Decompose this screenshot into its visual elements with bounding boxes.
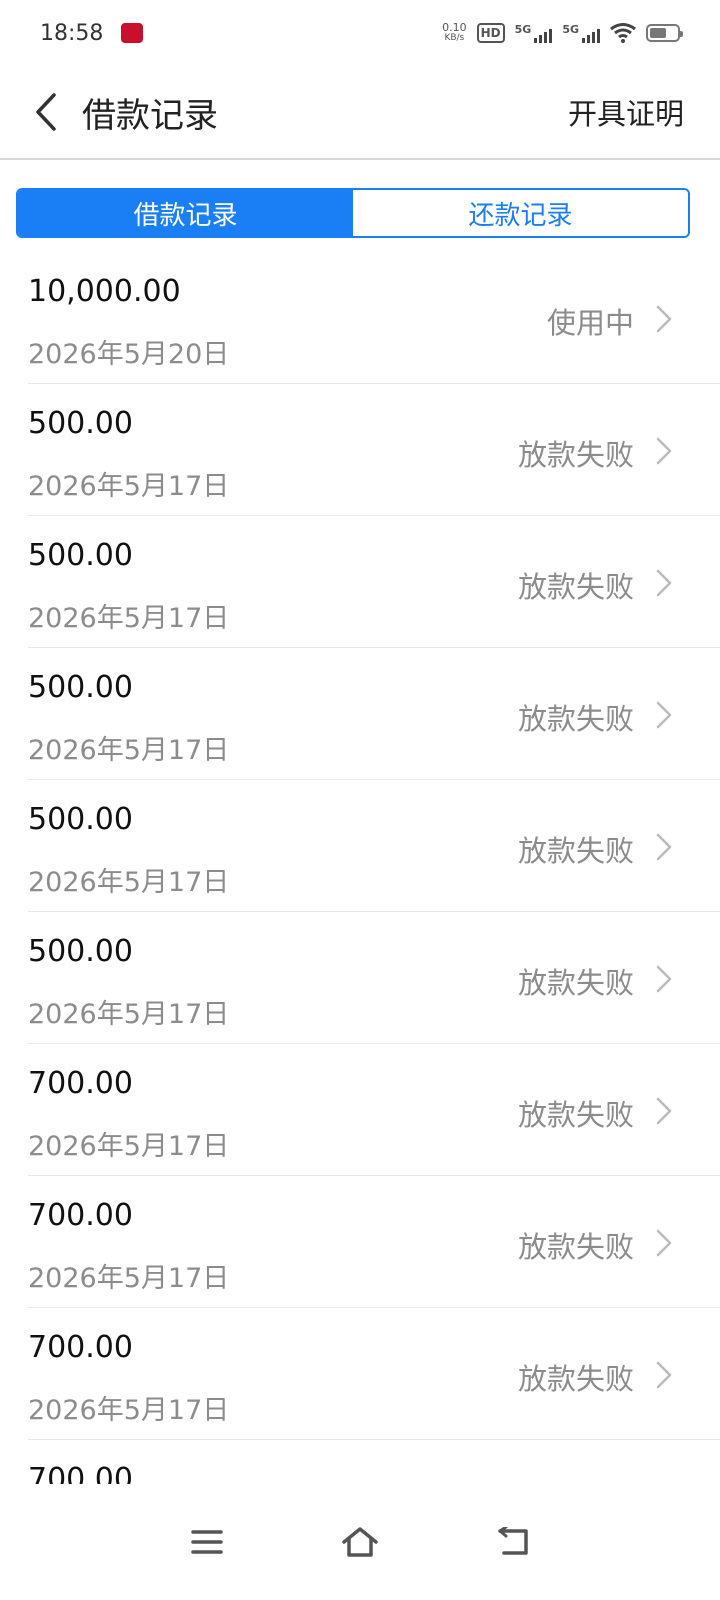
record-amount: 500.00 (28, 670, 133, 705)
nav-back-button[interactable] (491, 1520, 535, 1564)
record-date: 2026年5月17日 (28, 999, 230, 1030)
list-item[interactable]: 500.00 2026年5月17日 放款失败 (28, 648, 720, 780)
tab-loan-records[interactable]: 借款记录 (18, 190, 353, 236)
list-item[interactable]: 500.00 2026年5月17日 放款失败 (28, 912, 720, 1044)
nav-bar: 借款记录 开具证明 (0, 66, 720, 160)
list-item[interactable]: 500.00 2026年5月17日 放款失败 (28, 780, 720, 912)
system-nav-bar (0, 1484, 720, 1600)
list-item[interactable]: 10,000.00 2026年5月20日 使用中 (28, 252, 720, 384)
list-item[interactable]: 700.00 2026年5月17日 放款失败 (28, 1308, 720, 1440)
chevron-right-icon (656, 1097, 672, 1125)
record-amount: 500.00 (28, 934, 133, 969)
record-status: 放款失败 (517, 834, 634, 868)
battery-icon (646, 24, 683, 42)
signal-1-label: 5G (514, 23, 532, 36)
record-amount: 700.00 (28, 1198, 133, 1233)
nav-home-button[interactable] (338, 1520, 382, 1564)
record-date: 2026年5月17日 (28, 735, 230, 766)
record-date: 2026年5月17日 (28, 1131, 230, 1162)
record-amount: 700.00 (28, 1066, 133, 1101)
status-indicators: 0.10 KB/s HD 5G 5G (442, 21, 683, 43)
return-icon (498, 1527, 529, 1555)
record-status: 放款失败 (517, 438, 634, 472)
record-status: 放款失败 (517, 966, 634, 1000)
net-speed-value: 0.10 (442, 21, 467, 34)
list-item[interactable]: 500.00 2026年5月17日 放款失败 (28, 516, 720, 648)
chevron-right-icon (656, 833, 672, 861)
record-status: 放款失败 (517, 1362, 634, 1396)
record-amount: 500.00 (28, 538, 133, 573)
record-date: 2026年5月17日 (28, 603, 230, 634)
signal-2-label: 5G (562, 23, 579, 36)
back-button[interactable] (16, 65, 76, 159)
chevron-right-icon (656, 1361, 672, 1389)
record-date: 2026年5月17日 (28, 471, 230, 502)
chevron-right-icon (656, 305, 672, 333)
record-date: 2026年5月17日 (28, 1395, 230, 1426)
record-amount: 700.00 (28, 1462, 133, 1484)
record-date: 2026年5月20日 (28, 339, 230, 370)
record-amount: 500.00 (28, 406, 133, 441)
status-time: 18:58 (40, 20, 104, 46)
chevron-right-icon (656, 569, 672, 597)
page-title: 借款记录 (82, 95, 218, 136)
record-status: 放款失败 (517, 1098, 634, 1132)
nav-menu-button[interactable] (185, 1520, 229, 1564)
record-date: 2026年5月17日 (28, 1263, 230, 1294)
signal-2-icon: 5G (562, 23, 600, 43)
record-status: 放款失败 (517, 702, 634, 736)
chevron-right-icon (656, 965, 672, 993)
record-amount: 700.00 (28, 1330, 133, 1365)
record-amount: 10,000.00 (28, 274, 181, 309)
record-amount: 500.00 (28, 802, 133, 837)
net-speed: 0.10 KB/s (442, 21, 467, 43)
loan-record-list: 10,000.00 2026年5月20日 使用中 500.00 2026年5月1… (0, 252, 720, 1484)
list-item[interactable]: 700.00 2026年5月17日 放款失败 (28, 1044, 720, 1176)
list-item[interactable]: 700.00 2026年5月17日 放款失败 (28, 1176, 720, 1308)
chevron-right-icon (656, 1229, 672, 1257)
record-status: 放款失败 (517, 570, 634, 604)
home-icon (342, 1527, 378, 1557)
record-date: 2026年5月17日 (28, 867, 230, 898)
menu-icon (190, 1530, 223, 1554)
list-item[interactable]: 700.00 (28, 1440, 720, 1484)
chevron-right-icon (656, 701, 672, 729)
list-item[interactable]: 500.00 2026年5月17日 放款失败 (28, 384, 720, 516)
wifi-icon (610, 23, 636, 43)
tab-repayment-records[interactable]: 还款记录 (353, 190, 688, 236)
signal-1-icon: 5G (515, 23, 553, 43)
record-status: 放款失败 (517, 1230, 634, 1264)
status-bar: 18:58 0.10 KB/s HD 5G 5G (0, 0, 720, 66)
chevron-right-icon (656, 437, 672, 465)
net-speed-unit: KB/s (444, 33, 465, 43)
hd-icon: HD (476, 23, 505, 43)
issue-certificate-button[interactable]: 开具证明 (568, 91, 684, 133)
record-tabs: 借款记录 还款记录 (16, 188, 690, 238)
chevron-left-icon (36, 93, 56, 131)
record-status: 使用中 (546, 306, 634, 340)
app-notification-icon (121, 23, 144, 43)
